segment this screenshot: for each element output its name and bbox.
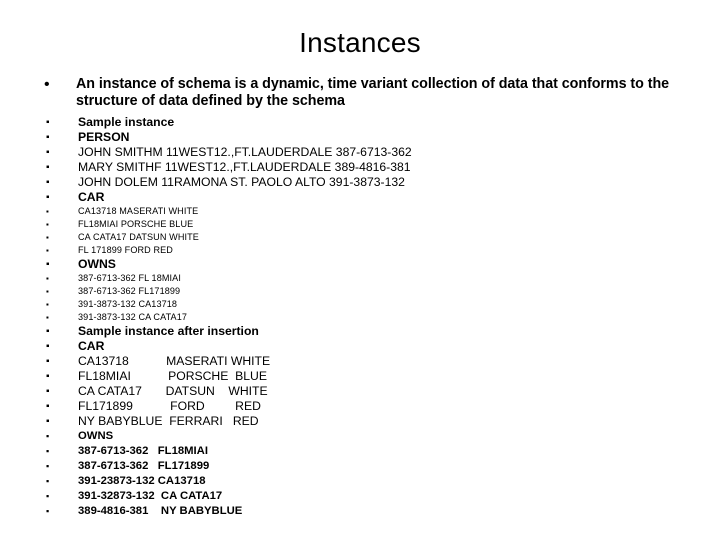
owns-after-row: 391-23873-132 CA13718 <box>78 475 206 487</box>
bullet-owns2-heading: ▪ OWNS <box>40 429 680 444</box>
bullet-marker-icon: ▪ <box>46 274 49 283</box>
list-item: ▪ 387-6713-362 FL 18MIAI <box>40 272 680 285</box>
bullet-marker-icon: ▪ <box>46 416 50 427</box>
bullet-intro: • An instance of schema is a dynamic, ti… <box>40 76 680 110</box>
bullet-marker-icon: ▪ <box>46 207 49 216</box>
list-item: ▪ 387-6713-362 FL171899 <box>40 285 680 298</box>
list-item: ▪ JOHN SMITHM 11WEST12.,FT.LAUDERDALE 38… <box>40 145 680 160</box>
bullet-marker-icon: ▪ <box>46 147 50 158</box>
list-item: ▪ 387-6713-362 FL18MIAI <box>40 444 680 459</box>
bullet-marker-icon: ▪ <box>46 246 49 255</box>
car-after-row: CA13718 MASERATI WHITE <box>78 354 271 368</box>
list-item: ▪ 391-23873-132 CA13718 <box>40 474 680 489</box>
bullet-marker-icon: ▪ <box>46 446 50 456</box>
owns-after-row: 391-32873-132 CA CATA17 <box>78 490 223 502</box>
person-row: JOHN SMITHM 11WEST12.,FT.LAUDERDALE 387-… <box>78 145 412 159</box>
label-car: CAR <box>78 190 105 204</box>
label-owns: OWNS <box>78 257 116 271</box>
list-item: ▪ 391-32873-132 CA CATA17 <box>40 489 680 504</box>
list-item: ▪ JOHN DOLEM 11RAMONA ST. PAOLO ALTO 391… <box>40 175 680 190</box>
car-after-row: NY BABYBLUE FERRARI RED <box>78 414 259 428</box>
person-row: JOHN DOLEM 11RAMONA ST. PAOLO ALTO 391-3… <box>78 175 405 189</box>
bullet-marker-icon: ▪ <box>46 386 50 397</box>
owns-after-row: 389-4816-381 NY BABYBLUE <box>78 505 243 517</box>
bullet-car2-heading: ▪ CAR <box>40 339 680 354</box>
bullet-marker-icon: ▪ <box>46 192 50 203</box>
list-item: ▪ CA CATA17 DATSUN WHITE <box>40 231 680 244</box>
list-item: ▪ FL18MIAI PORSCHE BLUE <box>40 218 680 231</box>
owns-row: 387-6713-362 FL 18MIAI <box>78 273 181 283</box>
bullet-person-heading: ▪ PERSON <box>40 130 680 145</box>
list-item: ▪ NY BABYBLUE FERRARI RED <box>40 414 680 429</box>
car-row: CA13718 MASERATI WHITE <box>78 206 199 216</box>
bullet-car-heading: ▪ CAR <box>40 190 680 205</box>
bullet-marker-icon: ▪ <box>46 401 50 412</box>
label-sample-instance: Sample instance <box>78 115 175 129</box>
list-item: ▪ 391-3873-132 CA CATA17 <box>40 311 680 324</box>
bullet-owns-heading: ▪ OWNS <box>40 257 680 272</box>
owns-after-row: 387-6713-362 FL18MIAI <box>78 445 208 457</box>
car-row: CA CATA17 DATSUN WHITE <box>78 232 199 242</box>
bullet-marker-icon: ▪ <box>46 491 50 501</box>
list-item: ▪ 391-3873-132 CA13718 <box>40 298 680 311</box>
list-item: ▪ MARY SMITHF 11WEST12.,FT.LAUDERDALE 38… <box>40 160 680 175</box>
bullet-marker-icon: ▪ <box>46 287 49 296</box>
car-after-row: CA CATA17 DATSUN WHITE <box>78 384 268 398</box>
person-row: MARY SMITHF 11WEST12.,FT.LAUDERDALE 389-… <box>78 160 411 174</box>
bullet-marker-icon: ▪ <box>46 300 49 309</box>
bullet-marker-icon: ▪ <box>46 431 50 441</box>
owns-row: 387-6713-362 FL171899 <box>78 286 181 296</box>
bullet-marker-icon: ▪ <box>46 356 50 367</box>
bullet-marker-icon: ▪ <box>46 341 50 352</box>
slide-body: • An instance of schema is a dynamic, ti… <box>40 76 680 519</box>
label-person: PERSON <box>78 130 130 144</box>
list-item: ▪ CA13718 MASERATI WHITE <box>40 354 680 369</box>
label-owns2: OWNS <box>78 430 114 442</box>
bullet-marker-icon: ▪ <box>46 371 50 382</box>
bullet-marker-icon: • <box>44 76 50 93</box>
bullet-marker-icon: ▪ <box>46 220 49 229</box>
list-item: ▪ CA CATA17 DATSUN WHITE <box>40 384 680 399</box>
bullet-marker-icon: ▪ <box>46 177 50 188</box>
owns-after-row: 387-6713-362 FL171899 <box>78 460 210 472</box>
bullet-marker-icon: ▪ <box>46 313 49 322</box>
list-item: ▪ 387-6713-362 FL171899 <box>40 459 680 474</box>
list-item: ▪ 389-4816-381 NY BABYBLUE <box>40 504 680 519</box>
bullet-marker-icon: ▪ <box>46 259 50 270</box>
page-title: Instances <box>299 27 421 58</box>
bullet-marker-icon: ▪ <box>46 233 49 242</box>
bullet-intro-text: An instance of schema is a dynamic, time… <box>76 76 670 109</box>
owns-row: 391-3873-132 CA13718 <box>78 299 178 309</box>
car-row: FL18MIAI PORSCHE BLUE <box>78 219 194 229</box>
car-after-row: FL18MIAI PORSCHE BLUE <box>78 369 267 383</box>
bullet-marker-icon: ▪ <box>46 506 50 516</box>
list-item: ▪ FL171899 FORD RED <box>40 399 680 414</box>
car-row: FL 171899 FORD RED <box>78 245 173 255</box>
bullet-sample-instance: ▪ Sample instance <box>40 115 680 130</box>
bullet-sample-after-insertion: ▪ Sample instance after insertion <box>40 324 680 339</box>
list-item: ▪ CA13718 MASERATI WHITE <box>40 205 680 218</box>
bullet-marker-icon: ▪ <box>46 132 50 143</box>
slide: Instances • An instance of schema is a d… <box>0 0 720 540</box>
bullet-marker-icon: ▪ <box>46 162 50 173</box>
bullet-marker-icon: ▪ <box>46 326 50 337</box>
list-item: ▪ FL18MIAI PORSCHE BLUE <box>40 369 680 384</box>
label-sample-after-insertion: Sample instance after insertion <box>78 324 259 338</box>
bullet-marker-icon: ▪ <box>46 117 50 128</box>
label-car2: CAR <box>78 339 105 353</box>
bullet-marker-icon: ▪ <box>46 476 50 486</box>
owns-row: 391-3873-132 CA CATA17 <box>78 312 188 322</box>
car-after-row: FL171899 FORD RED <box>78 399 261 413</box>
list-item: ▪ FL 171899 FORD RED <box>40 244 680 257</box>
bullet-marker-icon: ▪ <box>46 461 50 471</box>
